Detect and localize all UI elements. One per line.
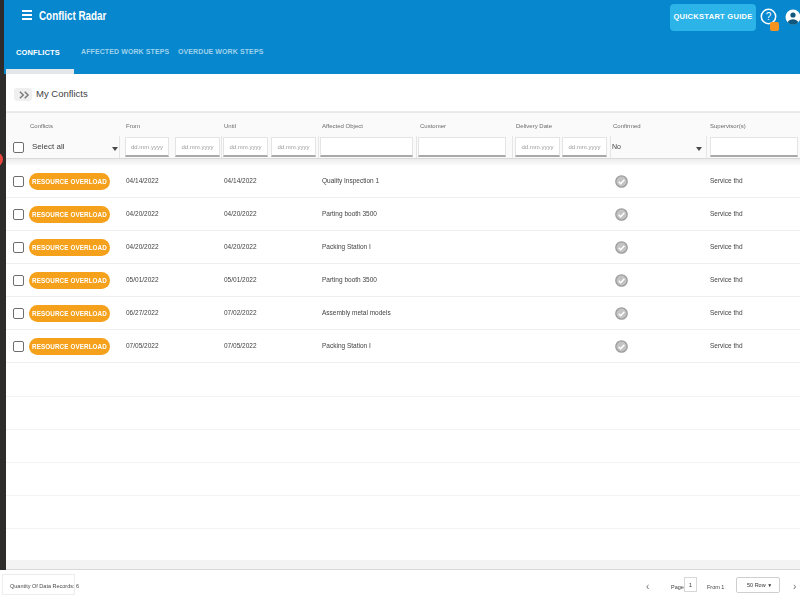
svg-text:?: ? <box>766 11 772 22</box>
